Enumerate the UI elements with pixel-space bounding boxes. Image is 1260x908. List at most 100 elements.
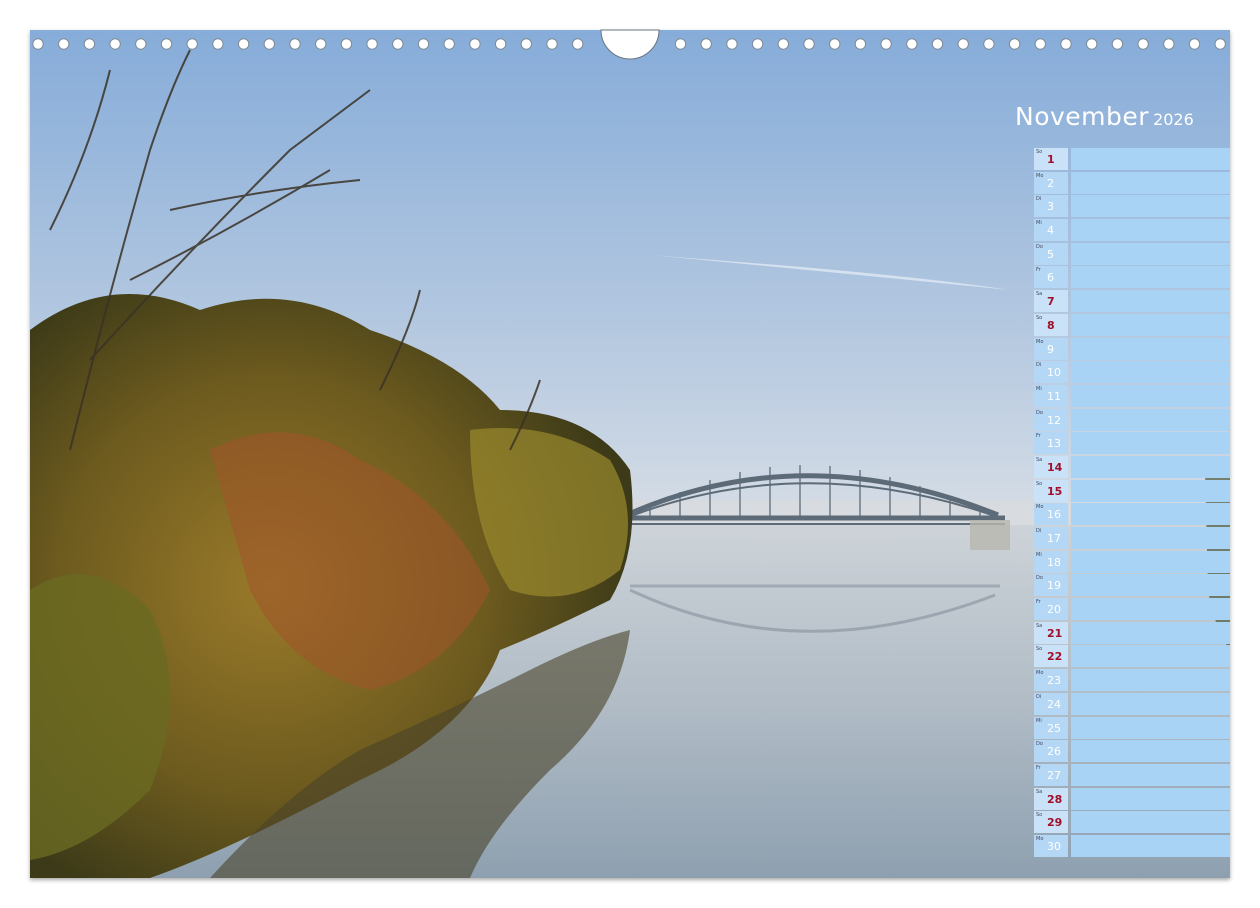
note-cell[interactable] — [1071, 692, 1230, 715]
weekday-label: Di — [1036, 196, 1042, 203]
weekday-label: Mi — [1036, 717, 1042, 724]
note-cell[interactable] — [1071, 266, 1230, 289]
day-row: Mo 9 — [1034, 337, 1230, 362]
day-number-cell: So 1 — [1034, 148, 1068, 170]
weekday-label: Fr — [1036, 764, 1041, 771]
day-number: 20 — [1047, 603, 1061, 617]
year-label: 2026 — [1153, 110, 1194, 129]
day-number: 10 — [1047, 366, 1061, 380]
weekday-label: Mi — [1036, 220, 1042, 227]
day-row: Di 3 — [1034, 195, 1230, 219]
note-cell[interactable] — [1071, 337, 1230, 360]
note-cell[interactable] — [1071, 455, 1230, 478]
weekday-label: Mo — [1036, 338, 1044, 345]
weekday-label: Do — [1036, 741, 1043, 748]
weekday-label: Mo — [1036, 835, 1044, 842]
day-row: So 8 — [1034, 313, 1230, 338]
day-row: So 1 — [1034, 148, 1230, 172]
note-cell[interactable] — [1071, 574, 1230, 597]
day-number: 23 — [1047, 674, 1061, 688]
calendar-title: November 2026 — [1015, 102, 1225, 131]
note-cell[interactable] — [1071, 171, 1230, 194]
note-cell[interactable] — [1071, 527, 1230, 549]
day-number-cell: Mo 23 — [1034, 669, 1068, 692]
note-cell[interactable] — [1071, 479, 1230, 502]
note-cell[interactable] — [1071, 148, 1230, 170]
day-number: 29 — [1047, 816, 1063, 830]
day-row: Mo 16 — [1034, 503, 1230, 527]
day-number: 2 — [1047, 176, 1054, 190]
day-row: So 22 — [1034, 645, 1230, 669]
day-list: So 1 Mo 2 Di 3 Mi 4 Do 5 Fr 6 Sa 7 So 8 Mo 9 Di 10 Mi 11 Do 12 F… — [1034, 148, 1230, 859]
day-number: 19 — [1047, 579, 1061, 593]
weekday-label: So — [1036, 480, 1043, 487]
note-cell[interactable] — [1071, 811, 1230, 834]
weekday-label: Do — [1036, 575, 1043, 582]
day-row: Sa 21 — [1034, 621, 1230, 646]
day-number: 15 — [1047, 484, 1063, 498]
day-row: Mo 2 — [1034, 171, 1230, 196]
day-row: Di 10 — [1034, 361, 1230, 385]
weekday-label: Sa — [1036, 622, 1043, 629]
note-cell[interactable] — [1071, 313, 1230, 336]
weekday-label: So — [1036, 149, 1043, 155]
note-cell[interactable] — [1071, 834, 1230, 857]
day-number: 4 — [1047, 224, 1054, 238]
day-number-cell: Mi 25 — [1034, 716, 1068, 739]
day-number: 25 — [1047, 721, 1061, 735]
note-cell[interactable] — [1071, 219, 1230, 242]
month-label: November — [1015, 102, 1150, 131]
weekday-label: Di — [1036, 528, 1042, 534]
note-cell[interactable] — [1071, 242, 1230, 265]
note-cell[interactable] — [1071, 503, 1230, 526]
day-number-cell: So 15 — [1034, 479, 1068, 502]
day-number-cell: Fr 13 — [1034, 432, 1068, 455]
note-cell[interactable] — [1071, 290, 1230, 313]
note-cell[interactable] — [1071, 621, 1230, 644]
weekday-label: Mi — [1036, 385, 1042, 392]
note-cell[interactable] — [1071, 669, 1230, 692]
weekday-label: Do — [1036, 243, 1043, 250]
calendar-page: November 2026 So 1 Mo 2 Di 3 Mi 4 Do 5 Fr 6 Sa 7 So 8 Mo 9… — [30, 30, 1230, 878]
note-cell[interactable] — [1071, 598, 1230, 621]
note-cell[interactable] — [1071, 787, 1230, 810]
day-number: 14 — [1047, 460, 1063, 474]
day-number: 21 — [1047, 626, 1063, 640]
day-number-cell: Sa 14 — [1034, 455, 1068, 478]
weekday-label: So — [1036, 314, 1043, 321]
day-row: So 15 — [1034, 479, 1230, 504]
weekday-label: Sa — [1036, 788, 1043, 795]
day-number: 11 — [1047, 389, 1061, 403]
day-row: Mi 25 — [1034, 716, 1230, 741]
day-number-cell: Di 17 — [1034, 527, 1068, 549]
day-number: 9 — [1047, 342, 1054, 356]
weekday-label: Do — [1036, 409, 1043, 416]
weekday-label: Sa — [1036, 456, 1043, 463]
day-row: Mi 11 — [1034, 384, 1230, 409]
note-cell[interactable] — [1071, 740, 1230, 763]
day-number-cell: Mi 4 — [1034, 219, 1068, 242]
day-number-cell: Mo 9 — [1034, 337, 1068, 360]
day-number: 3 — [1047, 200, 1054, 214]
day-number: 13 — [1047, 437, 1061, 451]
weekday-label: Sa — [1036, 291, 1043, 298]
note-cell[interactable] — [1071, 408, 1230, 431]
note-cell[interactable] — [1071, 195, 1230, 218]
day-row: Sa 28 — [1034, 787, 1230, 812]
day-row: Fr 27 — [1034, 763, 1230, 788]
note-cell[interactable] — [1071, 763, 1230, 786]
day-number-cell: Mi 18 — [1034, 550, 1068, 573]
note-cell[interactable] — [1071, 361, 1230, 384]
day-number: 12 — [1047, 413, 1061, 427]
day-row: Fr 6 — [1034, 266, 1230, 290]
note-cell[interactable] — [1071, 716, 1230, 739]
day-number-cell: Fr 27 — [1034, 763, 1068, 786]
weekday-label: So — [1036, 812, 1043, 819]
note-cell[interactable] — [1071, 550, 1230, 573]
day-number-cell: Sa 21 — [1034, 621, 1068, 644]
day-row: Do 12 — [1034, 408, 1230, 433]
note-cell[interactable] — [1071, 645, 1230, 668]
weekday-label: Mo — [1036, 670, 1044, 677]
note-cell[interactable] — [1071, 384, 1230, 407]
note-cell[interactable] — [1071, 432, 1230, 455]
